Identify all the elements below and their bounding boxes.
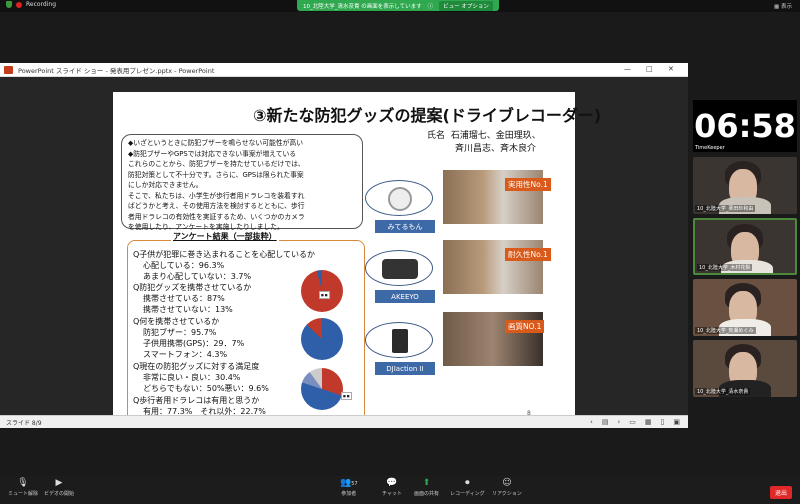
view-options-button[interactable]: ビュー オプション — [439, 0, 493, 11]
recording-label: Recording — [26, 1, 57, 8]
survey-line: Q現在の防犯グッズに対する満足度 — [133, 362, 260, 371]
survey-line: 携帯させている：87% — [143, 294, 225, 303]
pie-legend: ■ ■ — [319, 291, 330, 299]
share-banner: 10_北陸大学_清水奈貴 の画面を表示しています ⓘ ビュー オプション — [297, 0, 499, 11]
close-button[interactable]: ✕ — [668, 65, 674, 73]
slide-title: ③新たな防犯グッズの提案(ドライブレコーダー) — [253, 106, 602, 125]
record-button[interactable]: ⏺ レコーディング — [450, 478, 485, 497]
rank-badge: 耐久性No.1 — [505, 248, 551, 261]
slide-menu-icon[interactable]: ▤ — [602, 418, 609, 426]
recording-dot-icon — [16, 1, 22, 8]
intro-box: ◆いざというときに防犯ブザーを鳴らせない可能性が高い ◆防犯ブザーやGPSでは対… — [121, 134, 363, 231]
product-bubble-akeeyo — [365, 250, 433, 286]
survey-line: Q歩行者用ドラレコは有用と思うか — [133, 396, 260, 405]
survey-line: スマートフォン：4.3% — [143, 350, 228, 359]
product-label: みてるもん — [375, 220, 435, 233]
next-slide-icon[interactable]: › — [617, 418, 620, 426]
slide-names: 氏名 石浦瑠七、金田理玖、 斉川昌志、斉木良介 — [427, 131, 541, 154]
participant-tile[interactable]: 10_北陸大学_清水奈貴 — [693, 340, 797, 397]
leave-button[interactable]: 退出 — [769, 486, 792, 499]
product-bubble-mitermon — [365, 180, 433, 216]
chat-button[interactable]: 💬 チャット — [382, 478, 402, 497]
share-screen-icon: ⬆ — [422, 478, 431, 488]
ppt-window-title: PowerPoint スライド ショー - 発表用プレゼン.pptx - Pow… — [18, 66, 215, 75]
survey-line: Q子供が犯罪に巻き込まれることを心配しているか — [133, 250, 316, 259]
participant-tile[interactable]: 10_北陸大学_栗田紗和由 — [693, 157, 797, 214]
shield-icon — [6, 1, 12, 8]
record-icon: ⏺ — [465, 478, 470, 488]
video-off-icon: ▶ — [55, 478, 63, 488]
survey-line: どちらでもない：50%悪い：9.6% — [143, 384, 269, 393]
minimize-button[interactable]: — — [624, 65, 631, 73]
participant-tile-active[interactable]: 10_北陸大学_木村花梨 — [693, 218, 797, 275]
status-icons: ‹ ▤ › ▭ ▦ ▯ ▣ — [590, 418, 680, 426]
info-icon[interactable]: ⓘ — [428, 2, 434, 10]
pie-legend: ■ ■ — [341, 392, 352, 400]
slide[interactable]: ③新たな防犯グッズの提案(ドライブレコーダー) 氏名 石浦瑠七、金田理玖、 斉川… — [113, 92, 601, 423]
slideshow-stage: ③新たな防犯グッズの提案(ドライブレコーダー) 氏名 石浦瑠七、金田理玖、 斉川… — [0, 77, 688, 423]
rank-badge: 実用性No.1 — [505, 178, 551, 191]
zoom-toolbar: 🎙 ミュート解除 ▶ ビデオの開始 👥57 参加者 💬 チャット ⬆ 画面の共有… — [0, 476, 800, 504]
normal-view-icon[interactable]: ▭ — [629, 418, 636, 426]
survey-line: 携帯させていない：13% — [143, 305, 233, 314]
rank-badge: 画質NO.1 — [505, 320, 545, 333]
unmute-button[interactable]: 🎙 ミュート解除 — [8, 478, 38, 497]
participant-name: 10_北陸大学_栗田紗和由 — [695, 205, 756, 212]
maximize-button[interactable]: □ — [646, 65, 653, 73]
share-banner-text: 10_北陸大学_清水奈貴 の画面を表示しています — [303, 3, 422, 10]
start-video-button[interactable]: ▶ ビデオの開始 — [44, 478, 74, 497]
timekeeper-label: TimeKeeper — [695, 145, 725, 151]
participant-tile[interactable]: 10_北陸大学_荒瀬めぐみ — [693, 279, 797, 336]
camera-icon — [392, 329, 408, 353]
slide-counter: スライド 8/9 — [6, 419, 42, 427]
product-label: AKEEYO — [375, 290, 435, 303]
ppt-status-bar: スライド 8/9 ‹ ▤ › ▭ ▦ ▯ ▣ — [0, 415, 688, 428]
pie-chart — [301, 318, 343, 360]
participants-button[interactable]: 👥57 参加者 — [340, 478, 358, 497]
survey-line: 心配している：96.3% — [143, 261, 225, 270]
participant-name: 10_北陸大学_木村花梨 — [697, 264, 753, 271]
chat-icon: 💬 — [386, 478, 398, 488]
share-screen-button[interactable]: ⬆ 画面の共有 — [414, 478, 439, 497]
participant-name: 10_北陸大学_荒瀬めぐみ — [695, 327, 756, 334]
zoom-top-bar: Recording 10_北陸大学_清水奈貴 の画面を表示しています ⓘ ビュー… — [0, 0, 800, 12]
powerpoint-logo-icon — [4, 66, 13, 74]
survey-heading: アンケート結果（一部抜粋） — [171, 231, 279, 242]
slideshow-view-icon[interactable]: ▣ — [673, 418, 680, 426]
survey-line: あまり心配していない：3.7% — [143, 272, 252, 281]
survey-line: 非常に良い・良い：30.4% — [143, 373, 241, 382]
muted-mic-icon: 🎙 — [17, 478, 29, 488]
product-bubble-dji — [365, 322, 433, 358]
product-label: DJIaction II — [375, 362, 435, 375]
participant-name: 10_北陸大学_清水奈貴 — [695, 388, 751, 395]
sorter-view-icon[interactable]: ▦ — [645, 418, 652, 426]
prev-slide-icon[interactable]: ‹ — [590, 418, 593, 426]
ppt-title-bar: PowerPoint スライド ショー - 発表用プレゼン.pptx - Pow… — [0, 63, 688, 77]
powerpoint-window: PowerPoint スライド ショー - 発表用プレゼン.pptx - Pow… — [0, 63, 688, 428]
survey-line: 防犯ブザー：95.7% — [143, 328, 217, 337]
reaction-icon: ☺ — [502, 478, 512, 488]
camera-icon — [382, 259, 418, 279]
grid-icon: ▦ — [774, 4, 781, 10]
recording-indicator: Recording — [6, 1, 56, 8]
pie-chart — [301, 368, 343, 410]
survey-line: Q防犯グッズを携帯させているか — [133, 283, 252, 292]
survey-line: 子供用携帯(GPS)：29．7% — [143, 339, 245, 348]
survey-line: Q何を携帯させているか — [133, 317, 220, 326]
participants-icon: 👥57 — [340, 478, 358, 488]
camera-icon — [388, 187, 412, 211]
display-button[interactable]: ▦ 表示 — [774, 2, 792, 10]
reading-view-icon[interactable]: ▯ — [661, 418, 665, 426]
reactions-button[interactable]: ☺ リアクション — [492, 478, 522, 497]
